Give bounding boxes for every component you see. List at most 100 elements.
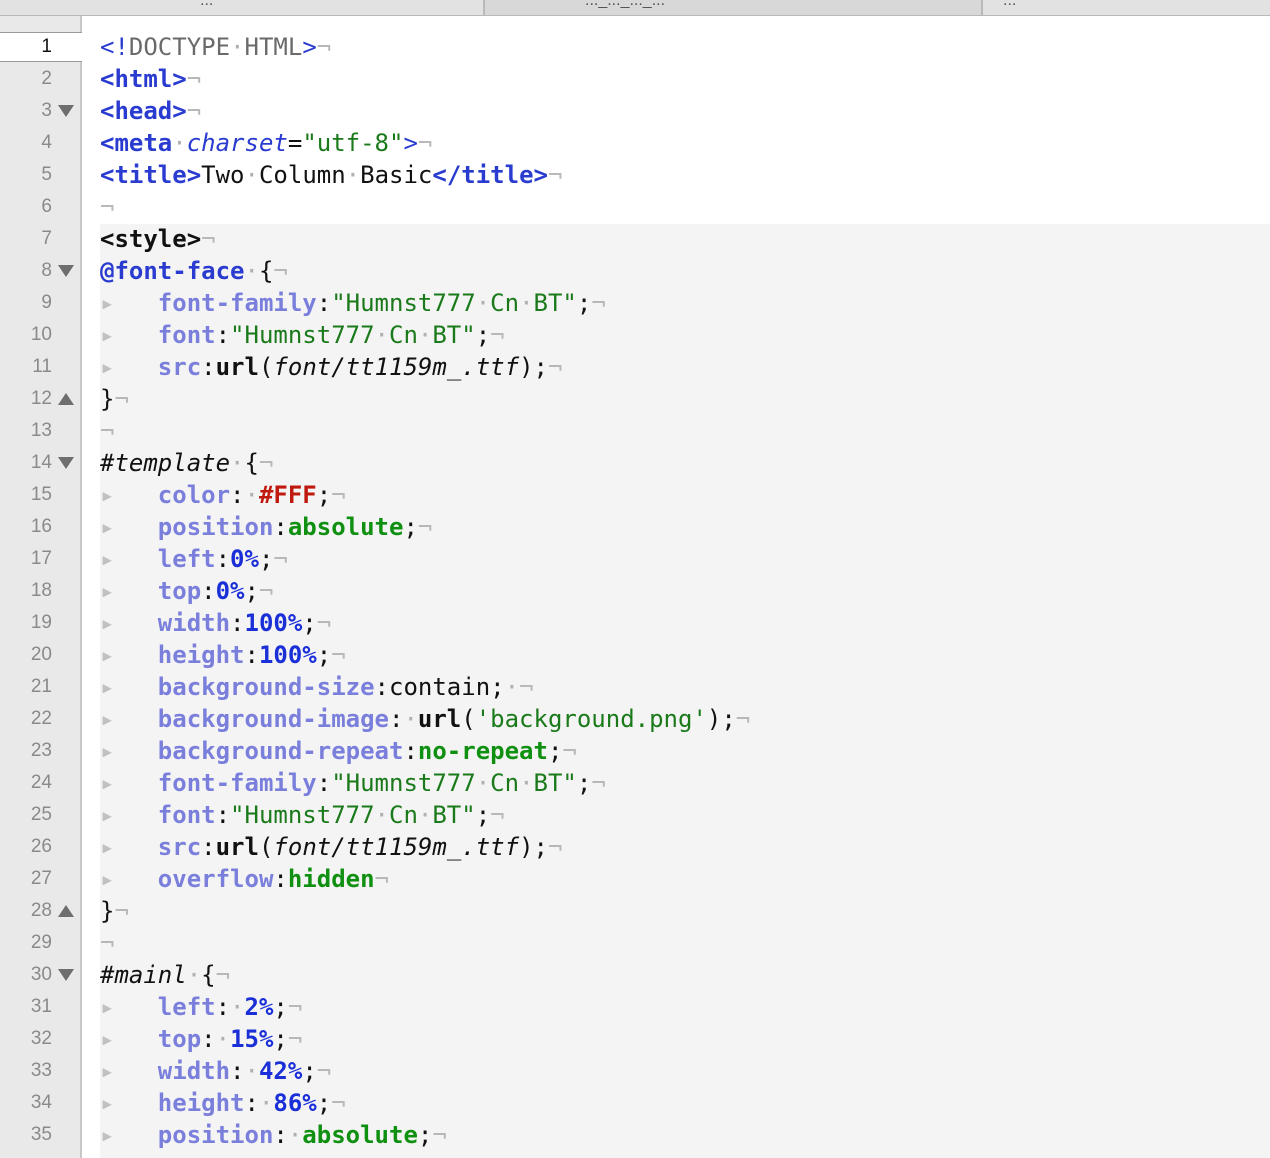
code-line[interactable]: ▸ background-size:contain;·¬ (100, 671, 534, 703)
line-number[interactable]: 14 (0, 447, 52, 479)
code-text-area[interactable]: <!DOCTYPE·HTML>¬ <html>¬ <head>¬ <meta·char… (84, 16, 1270, 1158)
line-number[interactable]: 11 (0, 351, 52, 383)
code-editor[interactable]: 1 2 3 4 5 6 7 8 9 10 11 12 13 14 15 16 17 18 19 20 21 22 23 24 2… (0, 16, 1270, 1158)
code-line[interactable]: #template·{¬ (100, 447, 273, 479)
fold-collapse-icon[interactable] (58, 969, 74, 981)
line-number[interactable]: 32 (0, 1023, 52, 1055)
line-number[interactable]: 7 (0, 223, 52, 255)
code-token: ; (316, 1089, 332, 1117)
line-number[interactable]: 25 (0, 799, 52, 831)
code-line[interactable]: ▸ color:·#FFF;¬ (100, 479, 346, 511)
code-line[interactable]: <title>Two·Column·Basic</title>¬ (100, 159, 562, 191)
line-number[interactable]: 19 (0, 607, 52, 639)
code-line[interactable]: ▸ height:·86%;¬ (100, 1087, 346, 1119)
code-line[interactable]: ▸ top:·15%;¬ (100, 1023, 302, 1055)
line-number[interactable]: 31 (0, 991, 52, 1023)
code-line[interactable]: ¬ (100, 927, 114, 959)
code-token: <style> (100, 225, 202, 253)
line-number[interactable]: 4 (0, 127, 52, 159)
line-number[interactable]: 20 (0, 639, 52, 671)
code-token: ; (547, 737, 563, 765)
code-line[interactable]: <head>¬ (100, 95, 201, 127)
code-line[interactable]: ▸ font:"Humnst777·Cn·BT";¬ (100, 319, 505, 351)
code-line[interactable]: ▸ font-family:"Humnst777·Cn·BT";¬ (100, 767, 606, 799)
line-number[interactable]: 29 (0, 927, 52, 959)
code-token: top (157, 1025, 202, 1053)
line-number[interactable]: 35 (0, 1119, 52, 1151)
code-line[interactable]: #mainl·{¬ (100, 959, 230, 991)
line-number[interactable]: 33 (0, 1055, 52, 1087)
code-token: Cn (490, 289, 520, 317)
line-number[interactable]: 9 (0, 287, 52, 319)
code-token: : (201, 833, 216, 861)
code-line[interactable]: @font-face·{¬ (100, 255, 288, 287)
code-line[interactable]: ▸ position:absolute;¬ (100, 511, 432, 543)
code-line[interactable]: <!DOCTYPE·HTML>¬ (100, 31, 331, 63)
line-number[interactable]: 18 (0, 575, 52, 607)
code-line[interactable]: ▸ position:·absolute;¬ (100, 1119, 447, 1151)
tab-2[interactable]: ..._..._..._... (484, 0, 982, 15)
line-number[interactable]: 13 (0, 415, 52, 447)
line-number[interactable]: 23 (0, 735, 52, 767)
code-line[interactable]: ¬ (100, 415, 114, 447)
line-number[interactable]: 30 (0, 959, 52, 991)
code-token: Cn (490, 769, 520, 797)
line-number[interactable]: 8 (0, 255, 52, 287)
code-line[interactable]: }¬ (100, 895, 129, 927)
code-token: 2% (244, 993, 274, 1021)
line-number[interactable]: 12 (0, 383, 52, 415)
fold-collapse-icon[interactable] (58, 105, 74, 117)
line-number[interactable]: 10 (0, 319, 52, 351)
code-line[interactable]: ▸ top:0%;¬ (100, 575, 273, 607)
line-number[interactable]: 34 (0, 1087, 52, 1119)
code-line[interactable]: <html>¬ (100, 63, 201, 95)
code-line[interactable]: ▸ font:"Humnst777·Cn·BT";¬ (100, 799, 505, 831)
code-line[interactable]: ¬ (100, 191, 114, 223)
line-number[interactable]: 24 (0, 767, 52, 799)
code-token: ¬ (258, 449, 274, 477)
tab-1[interactable]: ... (0, 0, 484, 15)
line-number[interactable]: 1 (0, 31, 52, 63)
line-number[interactable]: 2 (0, 63, 52, 95)
fold-end-icon[interactable] (58, 393, 74, 405)
code-token: 100% (258, 641, 317, 669)
code-line[interactable]: ▸ font-family:"Humnst777·Cn·BT";¬ (100, 287, 606, 319)
line-number[interactable]: 6 (0, 191, 52, 223)
code-line[interactable]: ▸ height:100%;¬ (100, 639, 346, 671)
code-line[interactable]: ▸ background-image:·url('background.png'… (100, 703, 750, 735)
code-line[interactable]: ▸ src:url(font/tt1159m_.ttf);¬ (100, 351, 562, 383)
tab-indent-icon: ▸ (100, 289, 158, 317)
code-token: ¬ (287, 993, 303, 1021)
fold-collapse-icon[interactable] (58, 457, 74, 469)
code-line[interactable]: ▸ src:url(font/tt1159m_.ttf);¬ (100, 831, 562, 863)
line-number[interactable]: 28 (0, 895, 52, 927)
code-token: : (230, 1057, 245, 1085)
code-line[interactable]: ▸ width:·42%;¬ (100, 1055, 331, 1087)
code-token: Cn (389, 801, 418, 829)
line-number[interactable]: 3 (0, 95, 52, 127)
line-number[interactable]: 17 (0, 543, 52, 575)
code-token: { (201, 961, 216, 989)
line-number[interactable]: 16 (0, 511, 52, 543)
fold-collapse-icon[interactable] (58, 265, 74, 277)
tab-3[interactable]: ... (982, 0, 1270, 15)
line-number[interactable]: 15 (0, 479, 52, 511)
line-number-gutter[interactable]: 1 2 3 4 5 6 7 8 9 10 11 12 13 14 15 16 17 18 19 20 21 22 23 24 2… (0, 16, 82, 1158)
code-line[interactable]: ▸ width:100%;¬ (100, 607, 331, 639)
code-token: { (258, 257, 274, 285)
code-line[interactable]: <meta·charset="utf-8">¬ (100, 127, 432, 159)
fold-end-icon[interactable] (58, 905, 74, 917)
line-number[interactable]: 5 (0, 159, 52, 191)
line-number[interactable]: 26 (0, 831, 52, 863)
line-number[interactable]: 27 (0, 863, 52, 895)
code-line[interactable]: <style>¬ (100, 223, 216, 255)
code-line[interactable]: ▸ left:·2%;¬ (100, 991, 302, 1023)
code-token: hidden (287, 865, 375, 893)
code-token: : (316, 769, 332, 797)
line-number[interactable]: 21 (0, 671, 52, 703)
line-number[interactable]: 22 (0, 703, 52, 735)
code-line[interactable]: }¬ (100, 383, 129, 415)
code-line[interactable]: ▸ overflow:hidden¬ (100, 863, 389, 895)
code-line[interactable]: ▸ left:0%;¬ (100, 543, 288, 575)
code-line[interactable]: ▸ background-repeat:no-repeat;¬ (100, 735, 577, 767)
